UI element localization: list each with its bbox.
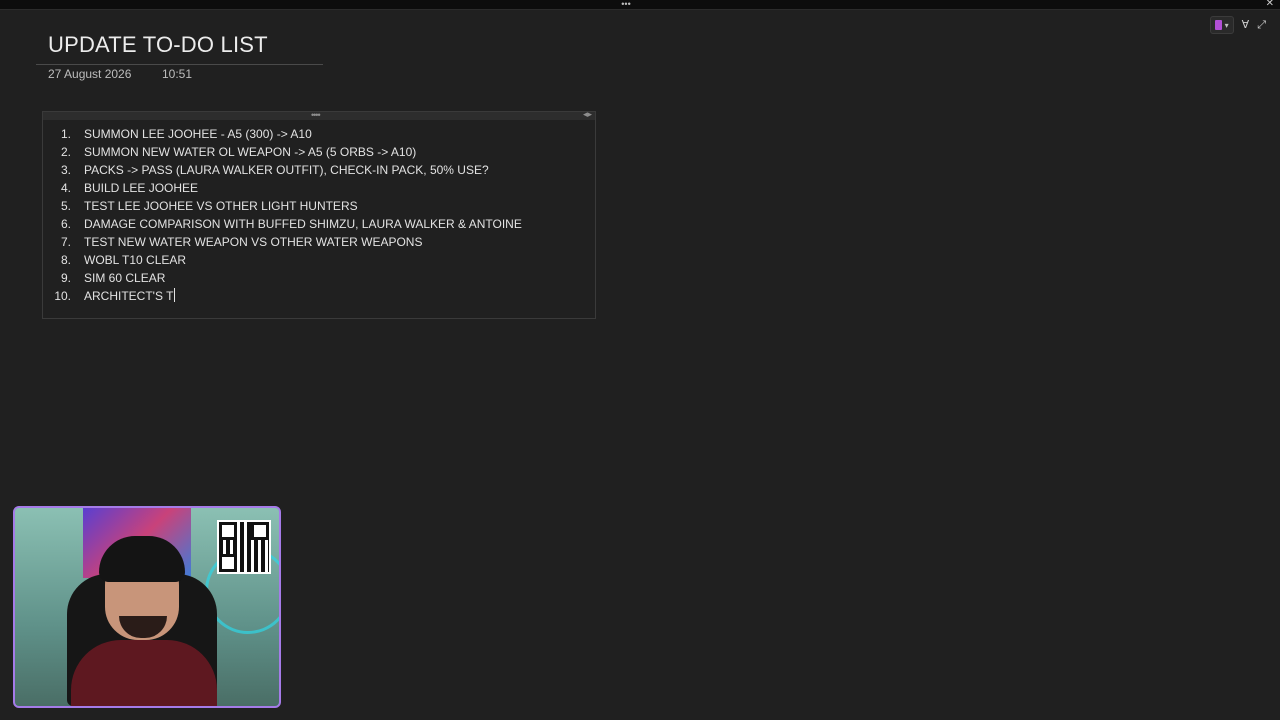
list-item-number: 10. <box>54 289 71 303</box>
close-icon[interactable]: ✕ <box>1266 0 1274 10</box>
webcam-overlay <box>13 506 281 708</box>
person-torso <box>71 640 217 706</box>
notebook-icon <box>1214 20 1222 30</box>
list-item[interactable]: 2. SUMMON NEW WATER OL WEAPON -> A5 (5 O… <box>43 143 522 161</box>
list-item-number: 8. <box>60 253 71 267</box>
list-item[interactable]: 1. SUMMON LEE JOOHEE - A5 (300) -> A10 <box>43 125 522 143</box>
list-item[interactable]: 3. PACKS -> PASS (LAURA WALKER OUTFIT), … <box>43 161 522 179</box>
title-divider <box>36 64 323 65</box>
list-item-number: 9. <box>60 271 71 285</box>
list-item-text[interactable]: SIM 60 CLEAR <box>84 269 165 287</box>
page-toolbar: ▾ ∀ ⤢ <box>1209 16 1266 34</box>
window-top-bar: ••• ✕ <box>0 0 1280 10</box>
qr-corner <box>251 522 269 540</box>
list-item-text[interactable]: BUILD LEE JOOHEE <box>84 179 198 197</box>
list-item-text[interactable]: ARCHITECT'S T <box>84 289 173 303</box>
note-drag-handle[interactable]: •••• ◂▸ <box>43 109 595 120</box>
resize-arrows-icon[interactable]: ◂▸ <box>583 109 592 120</box>
text-cursor <box>174 288 176 302</box>
list-item-text-editing[interactable]: ARCHITECT'S T <box>84 287 176 305</box>
list-item[interactable]: 10. ARCHITECT'S T <box>43 287 522 305</box>
list-item-number: 4. <box>60 181 71 195</box>
list-item-text[interactable]: TEST LEE JOOHEE VS OTHER LIGHT HUNTERS <box>84 197 358 215</box>
list-item[interactable]: 9. SIM 60 CLEAR <box>43 269 522 287</box>
qr-corner <box>219 522 237 540</box>
list-item-number: 2. <box>60 145 71 159</box>
notebook-color-button[interactable]: ▾ <box>1209 16 1234 34</box>
list-item[interactable]: 8. WOBL T10 CLEAR <box>43 251 522 269</box>
list-item[interactable]: 5. TEST LEE JOOHEE VS OTHER LIGHT HUNTER… <box>43 197 522 215</box>
page-title[interactable]: UPDATE TO-DO LIST <box>48 32 268 58</box>
note-container[interactable]: •••• ◂▸ 1. SUMMON LEE JOOHEE - A5 (300) … <box>42 109 596 319</box>
list-item-text[interactable]: WOBL T10 CLEAR <box>84 251 186 269</box>
list-item-number: 3. <box>60 163 71 177</box>
list-item[interactable]: 7. TEST NEW WATER WEAPON VS OTHER WATER … <box>43 233 522 251</box>
page-date: 27 August 2026 <box>48 67 132 81</box>
list-item-text[interactable]: SUMMON NEW WATER OL WEAPON -> A5 (5 ORBS… <box>84 143 416 161</box>
window-grip-icon[interactable]: ••• <box>620 0 632 9</box>
list-item-number: 5. <box>60 199 71 213</box>
page-time: 10:51 <box>162 67 193 81</box>
qr-code-icon <box>217 520 271 574</box>
qr-corner <box>219 554 237 572</box>
list-item-text[interactable]: DAMAGE COMPARISON WITH BUFFED SHIMZU, LA… <box>84 215 522 233</box>
list-item-text[interactable]: PACKS -> PASS (LAURA WALKER OUTFIT), CHE… <box>84 161 489 179</box>
list-item[interactable]: 4. BUILD LEE JOOHEE <box>43 179 522 197</box>
list-item-text[interactable]: TEST NEW WATER WEAPON VS OTHER WATER WEA… <box>84 233 422 251</box>
chevron-down-icon: ▾ <box>1224 20 1229 30</box>
todo-list: 1. SUMMON LEE JOOHEE - A5 (300) -> A10 2… <box>43 125 522 305</box>
list-item-number: 1. <box>60 127 71 141</box>
list-item[interactable]: 6. DAMAGE COMPARISON WITH BUFFED SHIMZU,… <box>43 215 522 233</box>
list-item-number: 7. <box>60 235 71 249</box>
expand-icon[interactable]: ⤢ <box>1257 18 1266 32</box>
drag-dots-icon: •••• <box>311 110 321 120</box>
filter-icon[interactable]: ∀ <box>1242 18 1250 32</box>
list-item-number: 6. <box>60 217 71 231</box>
list-item-text[interactable]: SUMMON LEE JOOHEE - A5 (300) -> A10 <box>84 125 312 143</box>
